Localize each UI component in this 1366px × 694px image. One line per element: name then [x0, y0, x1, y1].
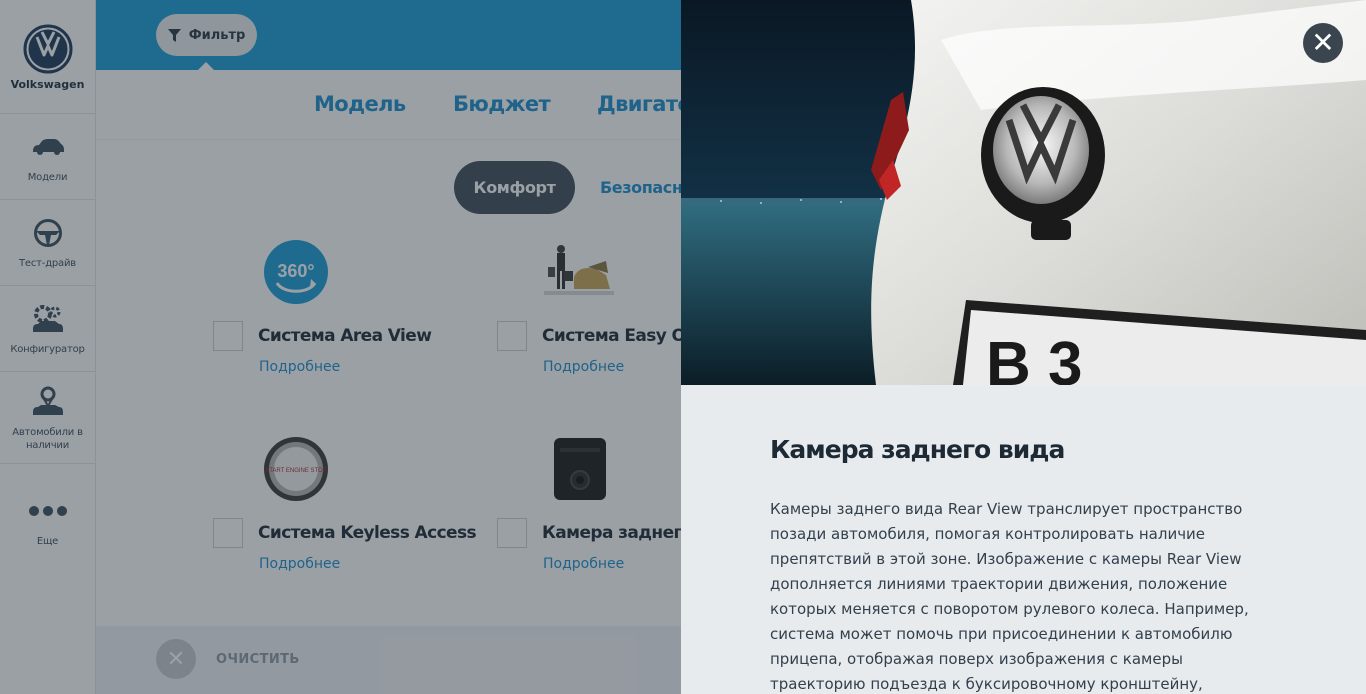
feature-hero-image: B 3 — [681, 0, 1366, 385]
feature-modal: B 3 ✕ Камера заднего вида Камеры заднего… — [681, 0, 1366, 694]
close-icon: ✕ — [1311, 26, 1335, 59]
modal-close-button[interactable]: ✕ — [1303, 23, 1343, 63]
modal-title: Камера заднего вида — [770, 435, 1065, 464]
license-plate-text: B 3 — [986, 330, 1082, 385]
modal-description: Камеры заднего вида Rear View транслируе… — [770, 500, 1249, 693]
modal-backdrop[interactable] — [0, 0, 681, 694]
